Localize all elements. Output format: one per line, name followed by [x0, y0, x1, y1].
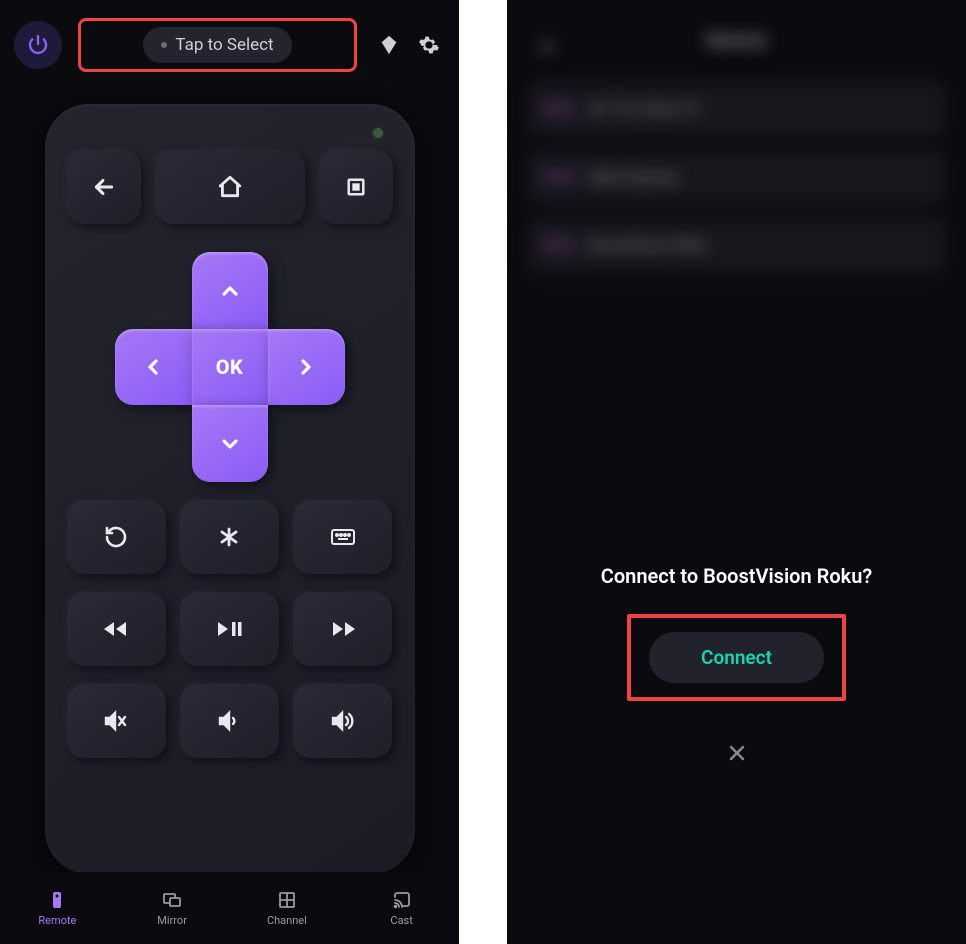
home-button[interactable] — [155, 150, 305, 224]
keyboard-button[interactable] — [293, 500, 392, 574]
back-button[interactable] — [67, 150, 141, 224]
replay-button[interactable] — [67, 500, 166, 574]
device-name: 65" TCL Roku TV — [589, 100, 700, 118]
close-icon: ✕ — [537, 36, 555, 61]
device-selector[interactable]: Tap to Select — [143, 27, 291, 63]
status-dot-icon — [161, 42, 167, 48]
settings-button[interactable] — [413, 29, 445, 61]
top-bar: Tap to Select — [0, 0, 459, 84]
led-indicator-icon — [373, 128, 383, 138]
gear-icon — [418, 34, 440, 56]
nav-cast[interactable]: Cast — [344, 872, 459, 944]
rewind-button[interactable] — [67, 592, 166, 666]
power-button[interactable] — [14, 21, 62, 69]
rewind-icon — [102, 619, 130, 639]
play-pause-icon — [215, 619, 243, 639]
mirror-icon — [162, 890, 182, 910]
fullscreen-button[interactable] — [319, 150, 393, 224]
device-selector-label: Tap to Select — [175, 35, 273, 55]
premium-button[interactable] — [373, 29, 405, 61]
ok-label: OK — [216, 355, 244, 379]
dpad-down-button[interactable] — [192, 405, 268, 482]
volume-mute-icon — [103, 709, 129, 733]
connect-sheet: Connect to BoostVision Roku? Connect — [507, 524, 966, 944]
play-pause-button[interactable] — [180, 592, 279, 666]
connect-prompt: Connect to BoostVision Roku? — [601, 564, 872, 588]
nav-label: Channel — [267, 914, 307, 927]
nav-remote[interactable]: Remote — [0, 872, 115, 944]
chevron-down-icon — [218, 432, 242, 456]
volume-up-icon — [330, 709, 356, 733]
connect-label: Connect — [701, 646, 772, 669]
blurred-device-list: ✕ Device Roku 65" TCL Roku TV Roku Roku … — [507, 0, 966, 314]
connect-highlight: Connect — [627, 614, 846, 701]
dpad: OK — [67, 252, 393, 482]
device-tag: Roku — [543, 101, 575, 117]
device-selector-highlight: Tap to Select — [78, 18, 357, 72]
chevron-right-icon — [294, 355, 318, 379]
device-list-title: Device — [527, 28, 946, 52]
cast-icon — [392, 890, 412, 910]
dpad-right-button[interactable] — [268, 329, 345, 405]
options-button[interactable] — [180, 500, 279, 574]
fast-forward-icon — [329, 619, 357, 639]
nav-label: Remote — [38, 914, 76, 927]
mute-button[interactable] — [67, 684, 166, 758]
device-row: Roku BoostVision Roku — [527, 218, 946, 272]
replay-icon — [104, 525, 128, 549]
dpad-ok-button[interactable]: OK — [192, 329, 268, 405]
keyboard-icon — [330, 527, 356, 547]
device-tag: Roku — [543, 237, 575, 253]
device-select-screen: ✕ Device Roku 65" TCL Roku TV Roku Roku … — [507, 0, 966, 944]
remote-body: OK — [45, 104, 415, 874]
device-name: Roku Express — [589, 168, 679, 186]
dpad-up-button[interactable] — [192, 252, 268, 329]
remote-screen: Tap to Select — [0, 0, 459, 944]
dismiss-button[interactable] — [727, 743, 747, 763]
bottom-nav: Remote Mirror Channel Cast — [0, 872, 459, 944]
device-row: Roku Roku Express — [527, 150, 946, 204]
asterisk-icon — [217, 525, 241, 549]
diamond-icon — [378, 34, 400, 56]
volume-down-icon — [217, 709, 241, 733]
device-row: Roku 65" TCL Roku TV — [527, 82, 946, 136]
volume-down-button[interactable] — [180, 684, 279, 758]
nav-channel[interactable]: Channel — [230, 872, 345, 944]
chevron-left-icon — [141, 355, 165, 379]
power-icon — [26, 33, 50, 57]
dpad-left-button[interactable] — [115, 329, 192, 405]
nav-mirror[interactable]: Mirror — [115, 872, 230, 944]
channel-icon — [277, 890, 297, 910]
connect-button[interactable]: Connect — [649, 632, 824, 683]
fast-forward-button[interactable] — [293, 592, 392, 666]
device-name: BoostVision Roku — [589, 236, 707, 254]
nav-label: Cast — [390, 914, 412, 927]
arrow-left-icon — [91, 174, 117, 200]
fullscreen-icon — [345, 176, 367, 198]
volume-up-button[interactable] — [293, 684, 392, 758]
home-icon — [217, 174, 243, 200]
chevron-up-icon — [218, 279, 242, 303]
remote-icon — [47, 890, 67, 910]
device-tag: Roku — [543, 169, 575, 185]
nav-label: Mirror — [157, 914, 187, 927]
close-icon — [727, 743, 747, 763]
